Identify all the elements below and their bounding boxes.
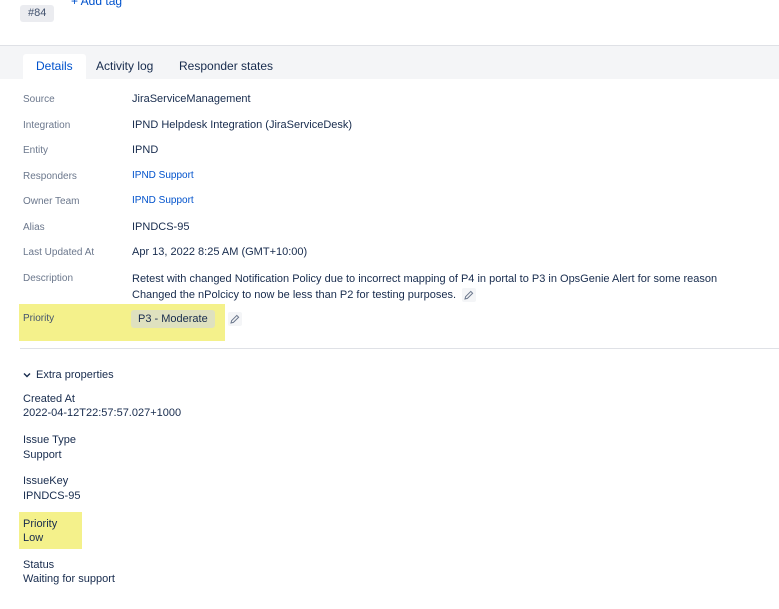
edit-priority-pencil-icon[interactable] — [228, 312, 242, 326]
responders-label: Responders — [23, 171, 77, 182]
source-value: JiraServiceManagement — [132, 93, 251, 105]
add-tag-link[interactable]: + Add tag — [71, 0, 122, 8]
alert-header-area: #84 + Add tag — [0, 0, 779, 46]
description-value: Retest with changed Notification Policy … — [132, 271, 752, 303]
integration-value: IPND Helpdesk Integration (JiraServiceDe… — [132, 119, 353, 131]
tabs-bar: Details Activity log Responder states — [0, 45, 779, 79]
prop-issue-type-value: Support — [23, 449, 62, 461]
owner-team-link[interactable]: IPND Support — [132, 195, 194, 206]
edit-description-pencil-icon[interactable] — [462, 288, 477, 303]
last-updated-value: Apr 13, 2022 8:25 AM (GMT+10:00) — [132, 246, 308, 258]
prop-created-at-value: 2022-04-12T22:57:57.027+1000 — [23, 407, 182, 419]
extra-properties-toggle[interactable]: Extra properties — [23, 369, 114, 381]
section-divider — [20, 348, 779, 349]
prop-created-at-label: Created At — [23, 393, 75, 405]
tab-details[interactable]: Details — [23, 54, 86, 79]
responders-link[interactable]: IPND Support — [132, 170, 194, 181]
prop-issue-type-label: Issue Type — [23, 434, 76, 446]
extra-properties-label: Extra properties — [36, 369, 114, 381]
entity-label: Entity — [23, 145, 49, 156]
last-updated-label: Last Updated At — [23, 247, 95, 258]
integration-label: Integration — [23, 120, 71, 131]
prop-status-value: Waiting for support — [23, 573, 115, 585]
source-label: Source — [23, 94, 55, 105]
prop-issuekey-value: IPNDCS-95 — [23, 490, 81, 502]
prop-issuekey-label: IssueKey — [23, 475, 69, 487]
tab-responder-states[interactable]: Responder states — [166, 54, 286, 79]
owner-team-label: Owner Team — [23, 196, 80, 207]
prop-priority-value: Low — [23, 532, 44, 544]
description-line-1: Retest with changed Notification Policy … — [132, 273, 718, 285]
chevron-down-icon — [23, 373, 31, 378]
description-line-2: Changed the nPolcicy to now be less than… — [132, 287, 752, 303]
description-line-2-text: Changed the nPolcicy to now be less than… — [132, 289, 457, 301]
entity-value: IPND — [132, 144, 159, 156]
priority-chip[interactable]: P3 - Moderate — [131, 310, 215, 328]
alias-value: IPNDCS-95 — [132, 221, 190, 233]
priority-label: Priority — [23, 313, 55, 324]
tag-chip[interactable]: #84 — [20, 5, 55, 22]
alias-label: Alias — [23, 222, 45, 233]
description-label: Description — [23, 273, 74, 284]
prop-priority-label: Priority — [23, 518, 58, 530]
prop-status-label: Status — [23, 559, 55, 571]
tab-activity-log[interactable]: Activity log — [83, 54, 166, 79]
